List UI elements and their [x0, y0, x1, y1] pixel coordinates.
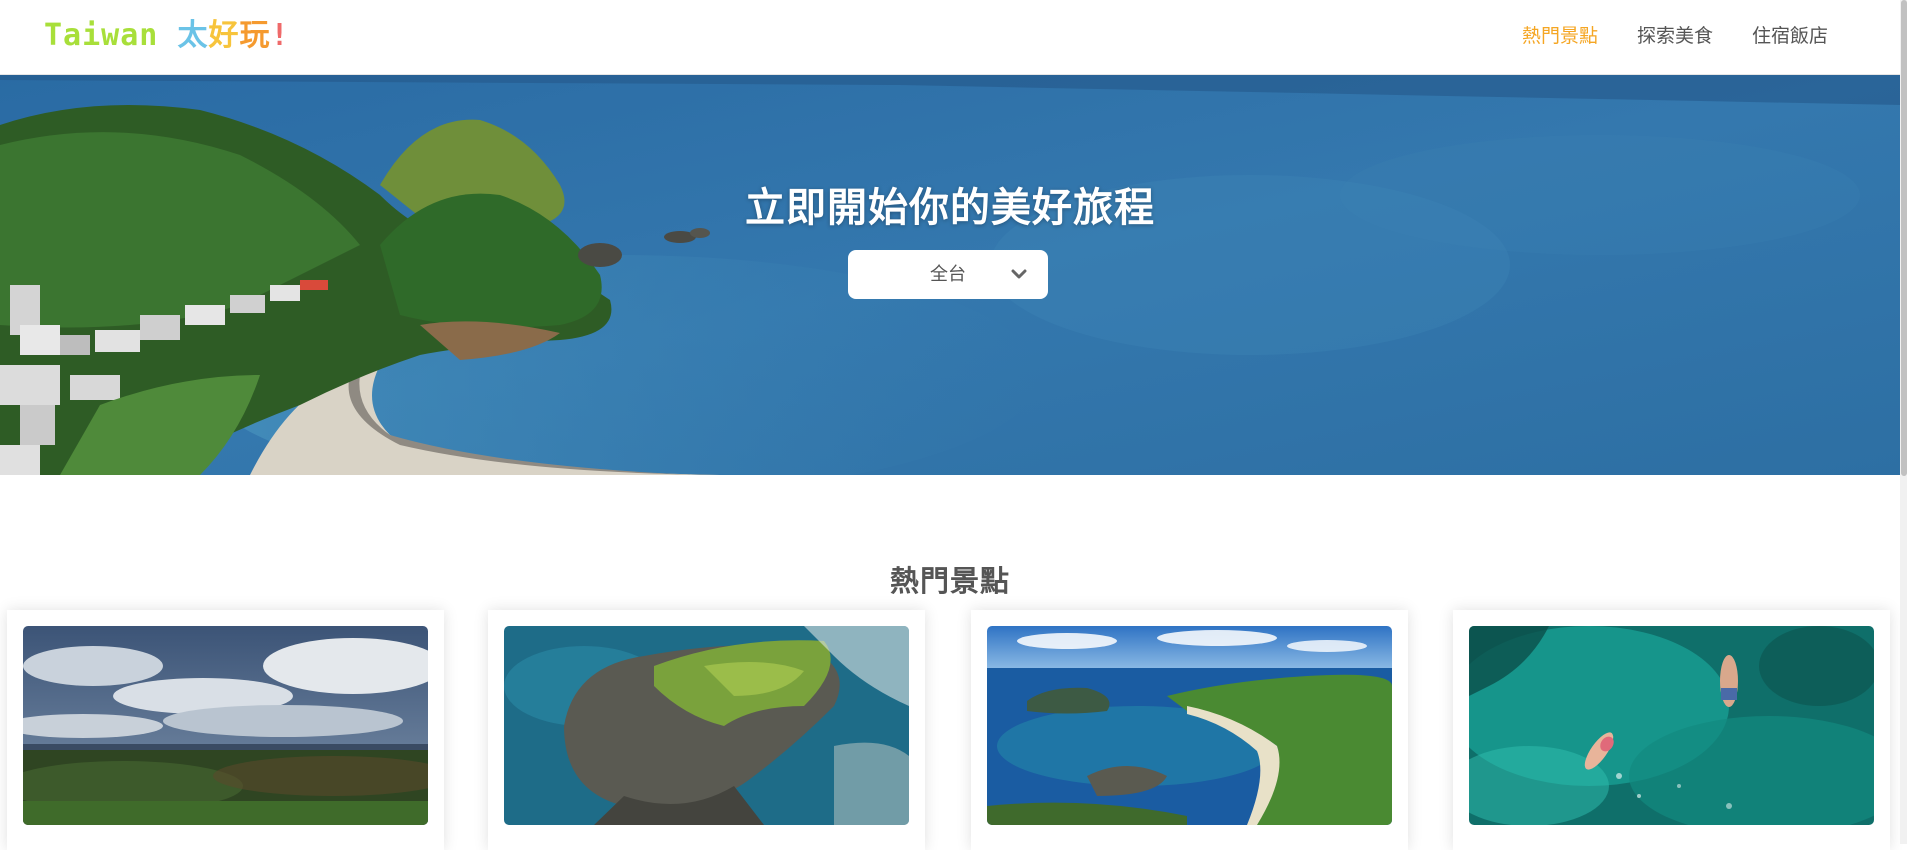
nav-item-hotels[interactable]: 住宿飯店: [1752, 22, 1828, 50]
logo-char-wan: 玩: [239, 18, 271, 53]
attraction-card[interactable]: [7, 610, 444, 850]
main-nav: 熱門景點 探索美食 住宿飯店: [1522, 22, 1828, 50]
attraction-card[interactable]: [971, 610, 1408, 850]
hero-banner: 立即開始你的美好旅程 全台: [0, 75, 1900, 475]
attraction-card[interactable]: [1453, 610, 1890, 850]
attraction-photo: [23, 626, 428, 825]
attraction-photo: [987, 626, 1392, 825]
logo-char-hao: 好: [208, 18, 240, 53]
logo-char-tai: 太: [177, 18, 209, 53]
attraction-card[interactable]: [488, 610, 925, 850]
page-scrollbar-thumb[interactable]: [1901, 0, 1907, 476]
section-title: 熱門景點: [889, 564, 1010, 598]
attraction-photo: [1469, 626, 1874, 825]
hero-title: 立即開始你的美好旅程: [745, 185, 1155, 231]
region-select[interactable]: 全台: [848, 250, 1048, 299]
site-logo[interactable]: Taiwan 太好玩!: [44, 14, 290, 58]
site-header: Taiwan 太好玩! 熱門景點 探索美食 住宿飯店: [0, 0, 1900, 75]
logo-exclamation: !: [270, 18, 290, 53]
chevron-down-icon: [1011, 269, 1027, 279]
logo-text-taiwan: Taiwan: [44, 18, 159, 53]
nav-item-hot-attractions[interactable]: 熱門景點: [1522, 22, 1598, 50]
nav-item-food[interactable]: 探索美食: [1637, 22, 1713, 50]
attraction-photo: [504, 626, 909, 825]
